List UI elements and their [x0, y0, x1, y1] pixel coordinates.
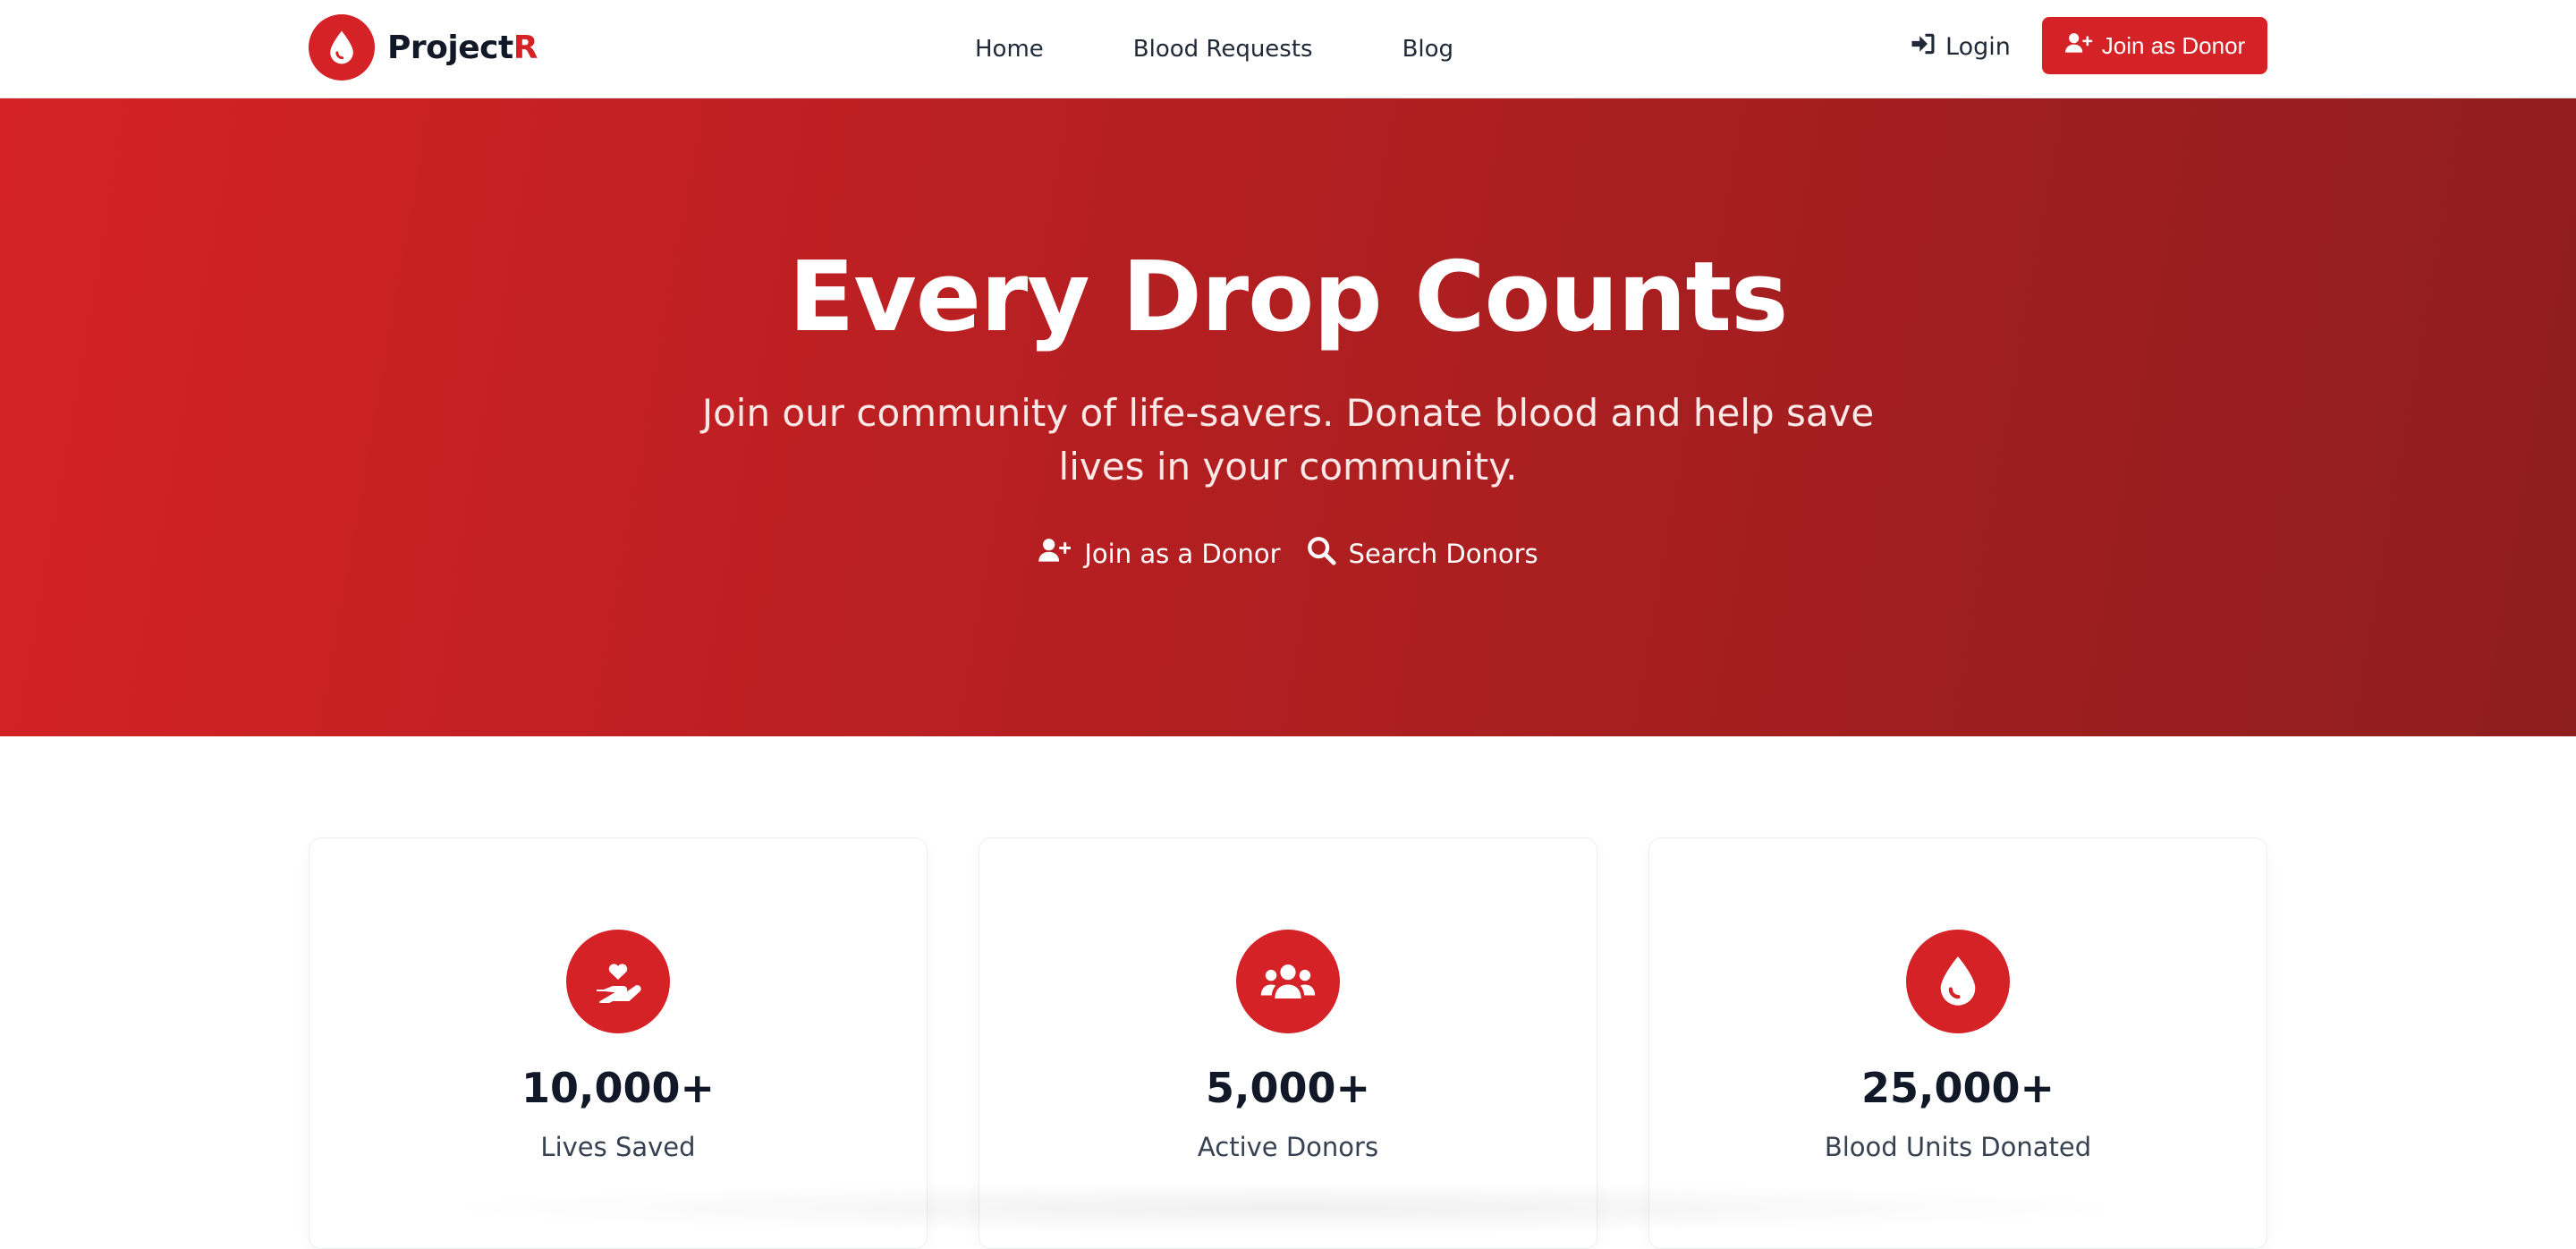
nav-item-blog[interactable]: Blog	[1358, 36, 1498, 63]
user-plus-icon	[2064, 31, 2093, 61]
stat-value: 25,000+	[1860, 1064, 2055, 1112]
login-link[interactable]: Login	[1910, 0, 2011, 93]
search-icon	[1306, 535, 1336, 572]
hand-heart-icon	[566, 930, 670, 1033]
hero-join-donor-label: Join as a Donor	[1084, 538, 1281, 569]
brand-name-accent: R	[513, 29, 538, 66]
stat-label: Active Donors	[1197, 1132, 1379, 1162]
blood-drop-icon	[309, 14, 375, 81]
brand-name-main: Project	[387, 29, 513, 66]
hero-section: Every Drop Counts Join our community of …	[0, 98, 2576, 736]
join-as-donor-label: Join as Donor	[2101, 31, 2246, 59]
stat-card-lives-saved: 10,000+ Lives Saved	[309, 837, 928, 1249]
login-label: Login	[1945, 32, 2011, 61]
main-nav: Home Blood Requests Blog	[948, 0, 1498, 98]
join-as-donor-button[interactable]: Join as Donor	[2042, 17, 2267, 74]
hero-subtitle: Join our community of life-savers. Donat…	[701, 391, 1875, 489]
hero-join-donor-link[interactable]: Join as a Donor	[1038, 535, 1281, 572]
nav-item-blood-requests[interactable]: Blood Requests	[1089, 36, 1358, 63]
blood-drop-icon	[1906, 930, 2010, 1033]
stat-card-active-donors: 5,000+ Active Donors	[979, 837, 1597, 1249]
stat-label: Lives Saved	[540, 1132, 696, 1162]
hero-search-donors-label: Search Donors	[1348, 538, 1538, 569]
stats-section: 10,000+ Lives Saved 5,000+ Active Donors…	[309, 837, 2267, 1249]
stat-label: Blood Units Donated	[1824, 1132, 2092, 1162]
stat-card-blood-units: 25,000+ Blood Units Donated	[1648, 837, 2267, 1249]
stat-value: 5,000+	[1205, 1064, 1371, 1112]
nav-item-home[interactable]: Home	[948, 36, 1089, 63]
users-icon	[1236, 930, 1340, 1033]
sign-in-icon	[1910, 31, 1936, 63]
user-plus-icon	[1038, 536, 1072, 571]
hero-actions: Join as a Donor Search Donors	[0, 535, 2576, 572]
brand-name: ProjectR	[387, 30, 538, 66]
hero-search-donors-link[interactable]: Search Donors	[1306, 535, 1538, 572]
brand-logo-link[interactable]: ProjectR	[309, 13, 538, 81]
site-header: ProjectR Home Blood Requests Blog Login …	[0, 0, 2576, 98]
stat-value: 10,000+	[521, 1064, 716, 1112]
hero-title: Every Drop Counts	[788, 242, 1789, 353]
